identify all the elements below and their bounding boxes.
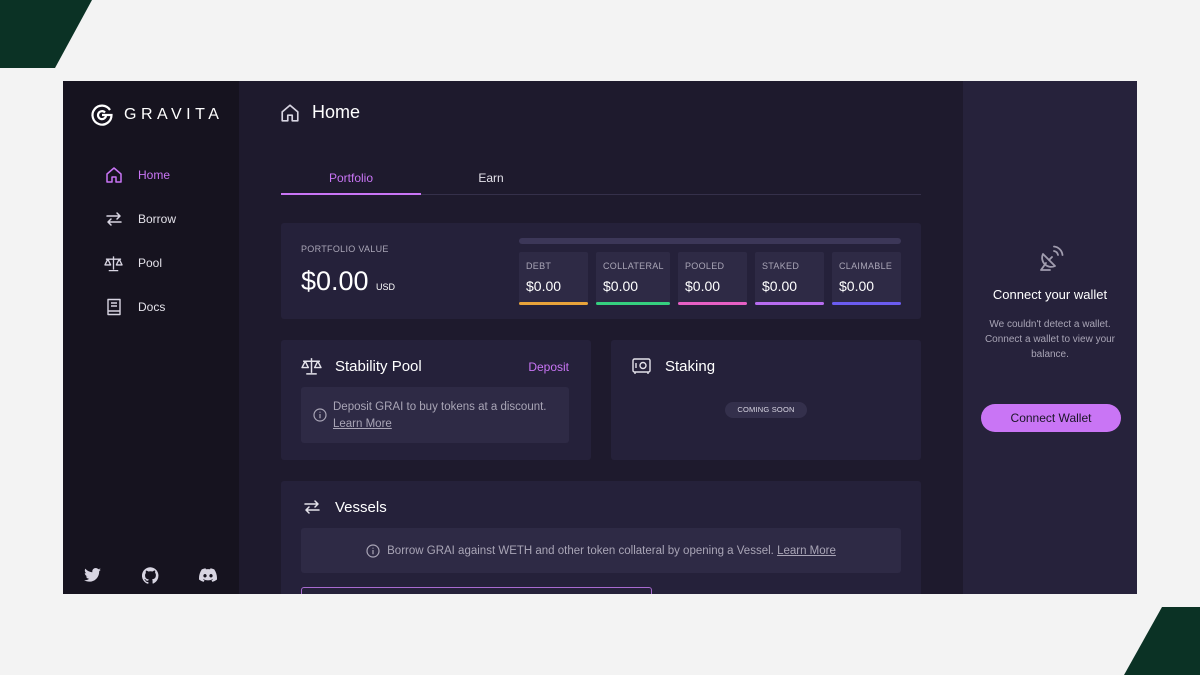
portfolio-card: PORTFOLIO VALUE $0.00 USD DEBT $0.00 COL… xyxy=(281,223,921,319)
learn-more-link[interactable]: Learn More xyxy=(777,545,836,557)
coming-soon-badge: COMING SOON xyxy=(725,402,807,418)
sidebar-item-home[interactable]: Home xyxy=(104,165,176,185)
tab-earn[interactable]: Earn xyxy=(421,171,561,195)
github-icon[interactable] xyxy=(141,566,159,584)
sidebar: GRAVITA Home Borrow Pool Docs xyxy=(63,81,239,594)
connect-wallet-description: We couldn't detect a wallet. Connect a w… xyxy=(984,319,1116,360)
sidebar-item-label: Pool xyxy=(138,256,163,270)
connect-wallet-button[interactable]: Connect Wallet xyxy=(981,404,1121,432)
card-header: Staking xyxy=(631,357,715,375)
card-title: Vessels xyxy=(335,498,387,516)
stat-value: $0.00 xyxy=(839,278,875,294)
info-text: Deposit GRAI to buy tokens at a discount… xyxy=(333,399,558,433)
connect-wallet-title: Connect your wallet xyxy=(992,287,1108,302)
stat-color-bar xyxy=(832,302,901,305)
book-icon xyxy=(104,298,123,317)
open-vessel-button[interactable] xyxy=(301,587,652,594)
page-header: Home xyxy=(280,102,360,123)
stat-color-bar xyxy=(596,302,670,305)
deposit-link[interactable]: Deposit xyxy=(528,360,569,374)
info-box: Borrow GRAI against WETH and other token… xyxy=(301,528,901,573)
stat-color-bar xyxy=(519,302,588,305)
stat-label: COLLATERAL xyxy=(603,261,664,271)
wallet-panel: Connect your wallet We couldn't detect a… xyxy=(963,81,1137,594)
info-message: Deposit GRAI to buy tokens at a discount… xyxy=(333,401,547,413)
app-window: GRAVITA Home Borrow Pool Docs Home Portf… xyxy=(63,81,1137,594)
info-box: Deposit GRAI to buy tokens at a discount… xyxy=(301,387,569,443)
gravita-logo-icon xyxy=(91,104,113,126)
sidebar-item-label: Home xyxy=(138,168,171,182)
info-icon xyxy=(366,543,380,558)
card-header: Stability Pool xyxy=(301,357,422,375)
stat-value: $0.00 xyxy=(762,278,798,294)
corner-decoration xyxy=(1124,607,1200,675)
sidebar-nav: Home Borrow Pool Docs xyxy=(104,165,176,341)
brand-name: GRAVITA xyxy=(124,106,224,123)
info-message: Borrow GRAI against WETH and other token… xyxy=(387,544,774,557)
portfolio-value-unit: USD xyxy=(376,282,396,292)
stat-color-bar xyxy=(755,302,824,305)
stat-label: STAKED xyxy=(762,261,800,271)
sidebar-item-label: Docs xyxy=(138,300,166,314)
stat-debt: DEBT $0.00 xyxy=(519,252,588,305)
twitter-icon[interactable] xyxy=(83,566,101,584)
tab-bar: Portfolio Earn xyxy=(281,171,921,195)
balance-scale-icon xyxy=(301,357,322,375)
card-title: Stability Pool xyxy=(335,357,422,375)
arrows-swap-icon xyxy=(301,498,322,516)
sidebar-item-borrow[interactable]: Borrow xyxy=(104,209,176,229)
sidebar-item-docs[interactable]: Docs xyxy=(104,297,176,317)
portfolio-allocation-bar xyxy=(519,238,901,244)
arrows-swap-icon xyxy=(104,210,123,229)
stat-label: POOLED xyxy=(685,261,725,271)
stat-staked: STAKED $0.00 xyxy=(755,252,824,305)
stat-value: $0.00 xyxy=(603,278,639,294)
stat-collateral: COLLATERAL $0.00 xyxy=(596,252,670,305)
learn-more-link[interactable]: Learn More xyxy=(333,418,392,430)
stat-value: $0.00 xyxy=(685,278,721,294)
card-title: Staking xyxy=(665,357,716,375)
stat-label: DEBT xyxy=(526,261,552,271)
stat-value: $0.00 xyxy=(526,278,562,294)
sidebar-item-pool[interactable]: Pool xyxy=(104,253,176,273)
stability-pool-card: Stability Pool Deposit Deposit GRAI to b… xyxy=(281,340,591,460)
staking-card: Staking COMING SOON xyxy=(611,340,921,460)
sidebar-item-label: Borrow xyxy=(138,212,177,226)
social-links xyxy=(83,566,257,584)
info-icon xyxy=(313,408,327,422)
satellite-dish-icon xyxy=(1040,245,1064,271)
stat-label: CLAIMABLE xyxy=(839,261,893,271)
info-row: Borrow GRAI against WETH and other token… xyxy=(301,528,901,573)
page-title: Home xyxy=(312,102,361,122)
discord-icon[interactable] xyxy=(199,566,217,584)
home-icon xyxy=(281,103,299,122)
tab-portfolio[interactable]: Portfolio xyxy=(281,171,421,195)
info-text: Borrow GRAI against WETH and other token… xyxy=(387,545,836,557)
main-content: Home Portfolio Earn PORTFOLIO VALUE $0.0… xyxy=(239,81,963,594)
stat-claimable: CLAIMABLE $0.00 xyxy=(832,252,901,305)
corner-decoration xyxy=(0,0,92,68)
stat-pooled: POOLED $0.00 xyxy=(678,252,747,305)
home-icon xyxy=(104,166,123,185)
portfolio-value-label: PORTFOLIO VALUE xyxy=(301,244,389,254)
stat-color-bar xyxy=(678,302,747,305)
balance-scale-icon xyxy=(104,254,123,273)
portfolio-value: $0.00 xyxy=(301,266,369,296)
safe-icon xyxy=(631,357,652,375)
card-header: Vessels xyxy=(301,498,387,516)
vessels-card: Vessels Borrow GRAI against WETH and oth… xyxy=(281,481,921,594)
brand-logo[interactable]: GRAVITA xyxy=(90,103,223,127)
